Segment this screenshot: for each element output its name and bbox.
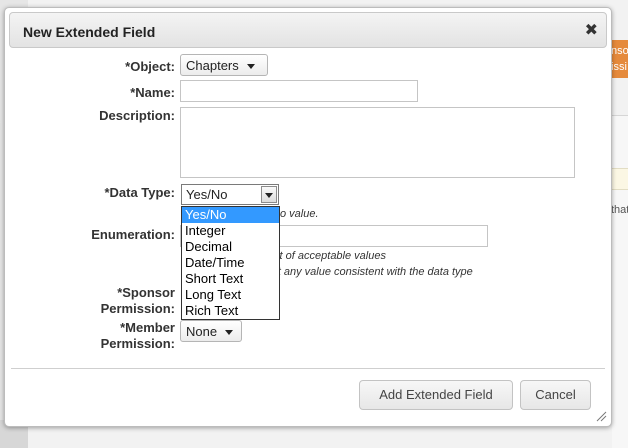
object-select[interactable]: Chapters: [180, 54, 268, 76]
description-label: Description:: [99, 108, 175, 123]
datatype-dropdown-arrow[interactable]: [261, 186, 277, 203]
chevron-down-icon: [246, 64, 255, 70]
name-field[interactable]: [181, 81, 417, 101]
background-orange-text-1: nso: [611, 45, 628, 57]
background-right-text: that: [611, 204, 628, 216]
member-label-line-2: Permission:: [100, 336, 175, 351]
dialog-divider: [11, 368, 605, 369]
background-left-text: i: [0, 118, 1, 133]
object-label: *Object:: [125, 59, 175, 74]
member-label-line-1: *Member: [120, 320, 175, 335]
datatype-option[interactable]: Integer: [182, 223, 279, 239]
name-label: *Name:: [130, 85, 175, 100]
datatype-label: *Data Type:: [104, 185, 175, 200]
enumeration-label: Enumeration:: [91, 227, 175, 242]
datatype-option[interactable]: Yes/No: [182, 207, 279, 223]
datatype-option[interactable]: Rich Text: [182, 303, 279, 319]
datatype-option[interactable]: Long Text: [182, 287, 279, 303]
resize-grip-icon[interactable]: [596, 411, 607, 422]
name-input[interactable]: [180, 80, 418, 102]
datatype-hint: o value.: [280, 208, 319, 220]
datatype-select[interactable]: Yes/No: [181, 184, 279, 205]
member-permission-value: None: [186, 324, 218, 339]
datatype-dropdown-list: Yes/No Integer Decimal Date/Time Short Text L…: [181, 206, 280, 320]
new-extended-field-dialog: New Extended Field ✖ *Object: Chapters *…: [4, 7, 612, 427]
member-permission-label: *Member Permission:: [5, 320, 175, 352]
datatype-option[interactable]: Date/Time: [182, 255, 279, 271]
close-icon[interactable]: ✖: [585, 20, 598, 40]
datatype-select-value: Yes/No: [186, 187, 228, 202]
datatype-option[interactable]: Short Text: [182, 271, 279, 287]
background-right-strip: [612, 168, 628, 190]
chevron-down-icon: [265, 193, 273, 198]
dialog-titlebar[interactable]: New Extended Field ✖: [9, 12, 607, 48]
description-textarea[interactable]: [180, 107, 575, 178]
sponsor-permission-label: *Sponsor Permission:: [5, 285, 175, 317]
dialog-title: New Extended Field: [23, 24, 156, 40]
sponsor-label-line-2: Permission:: [100, 301, 175, 316]
description-field[interactable]: [181, 108, 574, 177]
cancel-button[interactable]: Cancel: [520, 380, 591, 410]
enumeration-hint-2: cept any value consistent with the data …: [260, 266, 473, 278]
member-permission-select[interactable]: None: [180, 320, 242, 342]
add-extended-field-button[interactable]: Add Extended Field: [359, 380, 513, 410]
sponsor-label-line-1: *Sponsor: [117, 285, 175, 300]
background-orange-text-2: issi: [611, 61, 627, 73]
object-select-value: Chapters: [186, 58, 239, 73]
chevron-down-icon: [225, 330, 234, 336]
datatype-option[interactable]: Decimal: [182, 239, 279, 255]
background-right-panel: [612, 115, 628, 448]
